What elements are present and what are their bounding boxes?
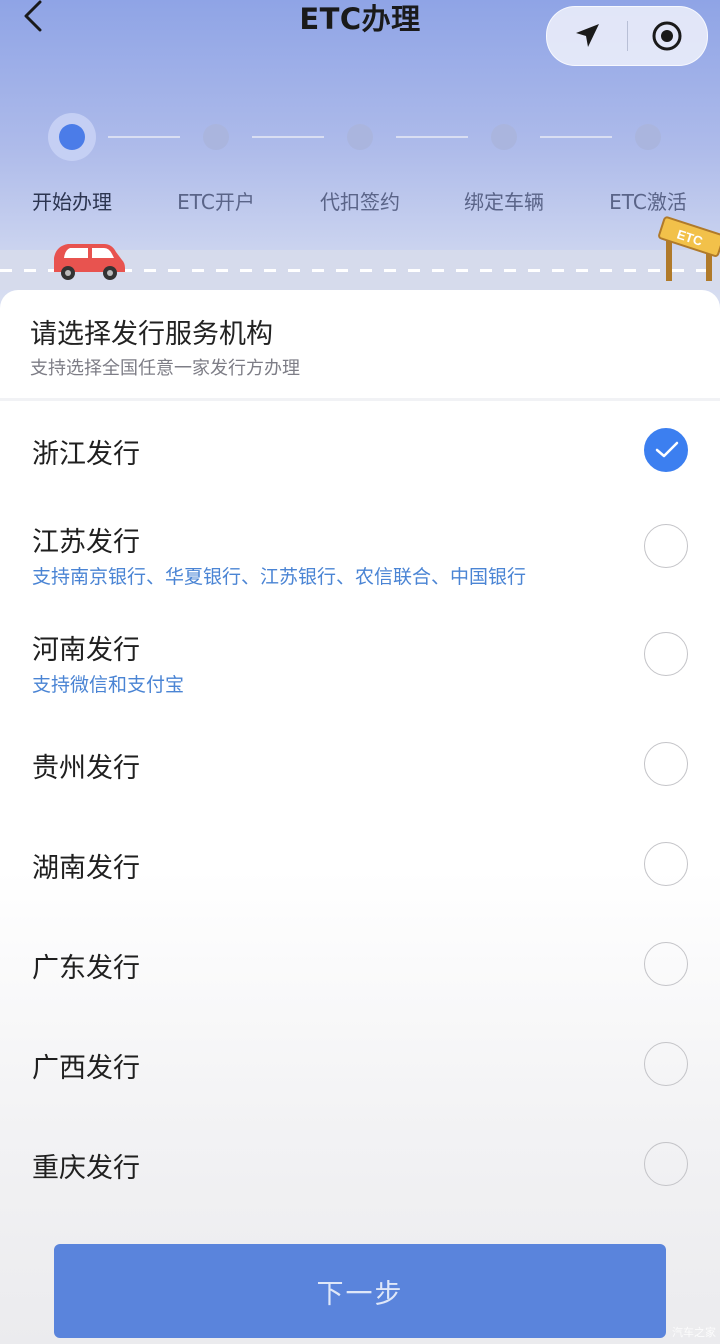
issuer-option[interactable]: 广西发行 [0, 1032, 720, 1122]
issuer-option[interactable]: 贵州发行 [0, 732, 720, 822]
radio-checked[interactable] [644, 428, 688, 472]
issuer-name: 江苏发行 [32, 527, 140, 558]
step-label: 开始办理 [32, 190, 112, 214]
issuer-option[interactable]: 广东发行 [0, 932, 720, 1022]
location-button[interactable] [547, 7, 627, 65]
etc-gate-icon: ETC [658, 216, 720, 281]
radio-unchecked[interactable] [644, 1042, 688, 1086]
issuer-name: 重庆发行 [32, 1153, 140, 1184]
issuer-description: 支持南京银行、华夏银行、江苏银行、农信联合、中国银行 [32, 566, 527, 588]
step-connector [252, 136, 324, 138]
issuer-option[interactable]: 湖南发行 [0, 832, 720, 922]
panel-subtitle: 支持选择全国任意一家发行方办理 [30, 358, 300, 379]
step-label: ETC激活 [609, 190, 687, 214]
step-connector [540, 136, 612, 138]
issuer-name: 广西发行 [32, 1053, 140, 1084]
step-connector [108, 136, 180, 138]
issuer-name: 贵州发行 [32, 753, 140, 784]
issuer-name: 广东发行 [32, 953, 140, 984]
step-label: 代扣签约 [320, 190, 400, 214]
radio-unchecked[interactable] [644, 632, 688, 676]
step-indicator [347, 124, 373, 150]
next-step-button[interactable]: 下一步 [54, 1244, 666, 1338]
panel-title: 请选择发行服务机构 [30, 319, 273, 350]
step-indicator [59, 124, 85, 150]
divider [0, 398, 720, 401]
radio-unchecked[interactable] [644, 842, 688, 886]
issuer-name: 河南发行 [32, 635, 140, 666]
step-label: 绑定车辆 [464, 190, 544, 214]
close-miniprogram-button[interactable] [627, 7, 707, 65]
radio-unchecked[interactable] [644, 524, 688, 568]
issuer-name: 湖南发行 [32, 853, 140, 884]
step-label: ETC开户 [177, 190, 255, 214]
radio-unchecked[interactable] [644, 1142, 688, 1186]
issuer-option[interactable]: 江苏发行支持南京银行、华夏银行、江苏银行、农信联合、中国银行 [0, 510, 720, 600]
issuer-selection-panel: 请选择发行服务机构 支持选择全国任意一家发行方办理 浙江发行江苏发行支持南京银行… [0, 290, 720, 1344]
issuer-description: 支持微信和支付宝 [32, 674, 185, 696]
watermark: 汽车之家 [672, 1326, 716, 1339]
car-icon [54, 244, 125, 280]
step-indicator [635, 124, 661, 150]
issuer-name: 浙江发行 [32, 439, 140, 470]
navigation-arrow-icon [576, 24, 599, 47]
issuer-option[interactable]: 河南发行支持微信和支付宝 [0, 618, 720, 708]
issuer-option[interactable]: 重庆发行 [0, 1132, 720, 1222]
step-connector [396, 136, 468, 138]
radio-unchecked[interactable] [644, 942, 688, 986]
header-banner: ETC办理 开始办理 ETC开户 代扣签约 绑定车辆 ETC激活 ETC [0, 0, 720, 330]
target-circle-icon [652, 21, 682, 51]
step-indicator [491, 124, 517, 150]
mini-program-capsule [546, 6, 708, 66]
issuer-option[interactable]: 浙江发行 [0, 418, 720, 508]
progress-steps: 开始办理 ETC开户 代扣签约 绑定车辆 ETC激活 [0, 110, 720, 220]
radio-unchecked[interactable] [644, 742, 688, 786]
step-indicator [203, 124, 229, 150]
checkmark-icon [655, 441, 679, 458]
